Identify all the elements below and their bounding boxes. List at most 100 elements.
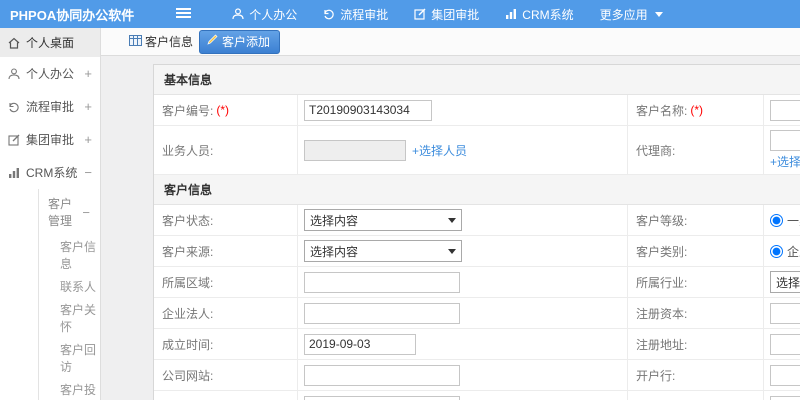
bank-account-input[interactable] [770, 395, 800, 400]
website-cell [298, 360, 628, 390]
customer-category-label: 客户类别: [628, 236, 764, 266]
chevron-down-icon [654, 11, 663, 17]
nav-more-apps[interactable]: 更多应用 [587, 6, 676, 23]
nav-personal-office[interactable]: 个人办公 [219, 6, 310, 23]
select-value: 选择内容 [310, 213, 359, 228]
nav-item-label: CRM系统 [522, 7, 574, 22]
industry-label: 所属行业: [628, 267, 764, 297]
sidebar-item-personal-office[interactable]: 个人办公 + [0, 57, 100, 90]
select-value: 选择内容 [310, 244, 359, 259]
industry-cell: 选择内容 [764, 267, 800, 297]
form-content: 基本信息 客户编号:(*) 客户名称:(*) [101, 56, 800, 400]
expand-icon[interactable]: + [84, 66, 92, 81]
region-label: 所属区域: [154, 267, 298, 297]
sales-person-cell: +选择人员 [298, 126, 628, 174]
customer-no-label: 客户编号: (*) [154, 95, 298, 125]
edit-square-icon [8, 134, 20, 146]
legal-person-input[interactable] [304, 302, 460, 324]
customer-name-label: 客户名称: (*) [628, 95, 764, 125]
radio-label: 企业 [787, 244, 800, 259]
form-row-account: 开户名称: 银行账号: [154, 391, 800, 400]
account-name-input[interactable] [304, 395, 460, 400]
nav-item-label: 更多应用 [599, 7, 648, 22]
customer-name-cell [764, 95, 800, 125]
region-input[interactable] [304, 271, 460, 293]
sidebar-item-crm-system[interactable]: CRM系统 − [0, 156, 100, 189]
home-icon [8, 37, 20, 49]
nav-crm-system[interactable]: CRM系统 [492, 6, 586, 23]
top-navigation: 个人办公 流程审批 集团审批 CRM系统 更多应用 [219, 6, 675, 23]
nav-process-approval[interactable]: 流程审批 [310, 6, 401, 23]
expand-icon[interactable]: + [84, 132, 92, 147]
bank-branch-label: 开户行: [628, 360, 764, 390]
customer-no-input[interactable] [304, 99, 432, 121]
tab-bar: 客户信息 客户添加 [101, 28, 800, 56]
bank-branch-cell [764, 360, 800, 390]
sidebar-item-contacts[interactable]: 联系人 [39, 275, 100, 298]
founded-date-input[interactable] [304, 333, 416, 355]
menu-toggle-button[interactable] [176, 7, 192, 22]
required-mark: (*) [690, 103, 704, 117]
chevron-down-icon [448, 217, 456, 223]
customer-category-cell: 企业 [764, 236, 800, 266]
section-title-customer-info: 客户信息 [154, 175, 800, 205]
tab-customer-info[interactable]: 客户信息 [129, 33, 193, 50]
bar-chart-icon [505, 8, 517, 20]
sidebar-item-customer-care[interactable]: 客户关怀 [39, 298, 100, 338]
legal-person-cell [298, 298, 628, 328]
form-row-sales-person: 业务人员: +选择人员 代理商: +选择代理商 [154, 126, 800, 175]
form-row-source-category: 客户来源: 选择内容 客户类别: 企业 [154, 236, 800, 267]
topbar: PHPOA协同办公软件 个人办公 流程审批 集团审批 CRM系统 更多应用 [0, 0, 800, 28]
registered-address-input[interactable] [770, 333, 800, 355]
category-radio[interactable] [770, 244, 783, 258]
sidebar-item-group-approval[interactable]: 集团审批 + [0, 123, 100, 156]
customer-level-label: 客户等级: [628, 205, 764, 235]
sidebar-item-label: 集团审批 [26, 133, 75, 147]
form-row-region-industry: 所属区域: 所属行业: 选择内容 [154, 267, 800, 298]
sidebar-item-customer-management[interactable]: 客户管理 − [39, 189, 100, 235]
chevron-down-icon [448, 248, 456, 254]
nav-item-label: 个人办公 [249, 7, 298, 22]
customer-add-form: 基本信息 客户编号:(*) 客户名称:(*) [153, 64, 800, 400]
customer-name-input[interactable] [770, 99, 800, 121]
select-agent-link[interactable]: +选择代理商 [770, 153, 800, 170]
registered-capital-input[interactable] [770, 302, 800, 324]
process-icon [8, 101, 20, 113]
customer-no-cell [298, 95, 628, 125]
registered-capital-cell [764, 298, 800, 328]
bank-branch-input[interactable] [770, 364, 800, 386]
form-row-website-bank: 公司网站: 开户行: [154, 360, 800, 391]
website-input[interactable] [304, 364, 460, 386]
tab-label: 客户添加 [222, 34, 271, 49]
select-person-link[interactable]: +选择人员 [412, 142, 467, 159]
customer-source-label: 客户来源: [154, 236, 298, 266]
sidebar-item-customer-info[interactable]: 客户信息 [39, 235, 100, 275]
customer-status-select[interactable]: 选择内容 [304, 209, 462, 231]
user-icon [232, 8, 244, 20]
form-row-status-level: 客户状态: 选择内容 客户等级: 一星 [154, 205, 800, 236]
level-radio[interactable] [770, 213, 783, 227]
form-row-legal-capital: 企业法人: 注册资本: [154, 298, 800, 329]
sidebar-item-process-approval[interactable]: 流程审批 + [0, 90, 100, 123]
edit-square-icon [414, 8, 426, 20]
sidebar-item-customer-revisit[interactable]: 客户回访 [39, 338, 100, 378]
sidebar-item-desktop[interactable]: 个人桌面 [0, 28, 100, 57]
website-label: 公司网站: [154, 360, 298, 390]
sales-person-input[interactable] [304, 139, 406, 161]
customer-source-select[interactable]: 选择内容 [304, 240, 462, 262]
agent-input[interactable] [770, 130, 800, 151]
bank-account-label: 银行账号: [628, 391, 764, 400]
bar-chart-icon [8, 167, 20, 179]
industry-select[interactable]: 选择内容 [770, 271, 800, 293]
collapse-icon[interactable]: − [82, 205, 90, 220]
tab-label: 客户信息 [145, 35, 194, 49]
nav-group-approval[interactable]: 集团审批 [401, 6, 492, 23]
tab-customer-add[interactable]: 客户添加 [199, 29, 281, 54]
pencil-icon [207, 34, 218, 48]
expand-icon[interactable]: + [84, 99, 92, 114]
sidebar-item-customer-complaint[interactable]: 客户投诉 [39, 378, 100, 400]
category-radio-option: 企业 [770, 243, 800, 260]
main-area: 客户信息 客户添加 基本信息 客户编号: (*) T20190903143034… [101, 28, 800, 400]
collapse-icon[interactable]: − [84, 165, 92, 180]
agent-label: 代理商: [628, 126, 764, 174]
